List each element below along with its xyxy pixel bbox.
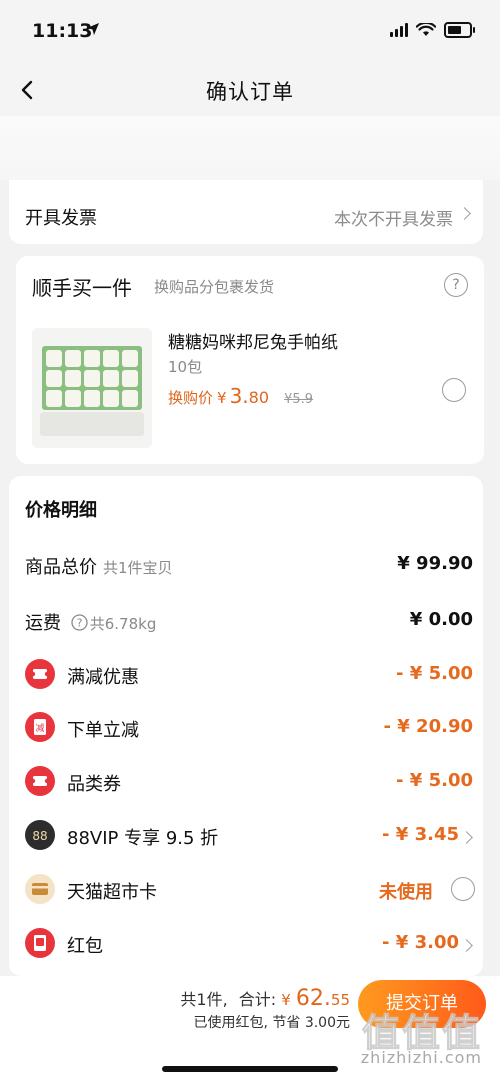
page-title: 确认订单 bbox=[206, 80, 294, 104]
price-detail-card: 价格明细 商品总价 共1件宝贝 ¥ 99.90 运费 ? 共6.78kg ¥ 0.… bbox=[9, 476, 483, 976]
price-decimal: 80 bbox=[248, 388, 270, 407]
instant-discount-label: 下单立减 bbox=[67, 720, 139, 741]
total-main: 62. bbox=[295, 986, 331, 1011]
scrolled-content-strip bbox=[0, 116, 500, 180]
vip-discount-row[interactable]: 88 88VIP 专享 9.5 折 - ¥ 3.45 bbox=[9, 816, 483, 856]
price-label: 换购价 bbox=[168, 389, 214, 407]
addon-purchase-card: 顺手买一件 换购品分包裹发货 ? 糖糖妈咪邦尼兔手帕纸 10包 换购价 ¥3.80… bbox=[16, 256, 484, 464]
invoice-label: 开具发票 bbox=[25, 208, 97, 229]
vip-discount-label: 88VIP 专享 9.5 折 bbox=[67, 828, 219, 849]
price-main: 3. bbox=[229, 384, 249, 408]
category-coupon-value: - ¥ 5.00 bbox=[396, 770, 473, 791]
instant-discount-value: - ¥ 20.90 bbox=[383, 716, 473, 737]
red-packet-label: 红包 bbox=[67, 936, 103, 957]
nav-bar: 确认订单 bbox=[0, 64, 500, 116]
site-watermark: 值值值 zhizhizhi.com bbox=[332, 1002, 482, 1072]
saved-text: 已使用红包, 节省 3.00元 bbox=[193, 1015, 350, 1031]
status-indicators bbox=[390, 22, 475, 38]
product-name[interactable]: 糖糖妈咪邦尼兔手帕纸 bbox=[168, 328, 338, 353]
red-packet-row[interactable]: 红包 - ¥ 3.00 bbox=[9, 924, 483, 964]
total-line: 共1件, 合计: ¥ 62.55 bbox=[180, 986, 350, 1011]
old-price: ¥5.9 bbox=[284, 392, 314, 407]
vip-discount-value: - ¥ 3.45 bbox=[382, 824, 459, 845]
full-reduction-value: - ¥ 5.00 bbox=[396, 663, 473, 684]
item-count: 共1件, bbox=[180, 990, 228, 1009]
help-icon[interactable]: ? bbox=[444, 273, 468, 297]
chevron-right-icon bbox=[458, 207, 471, 220]
addon-title: 顺手买一件 bbox=[32, 276, 132, 300]
product-image[interactable] bbox=[32, 328, 152, 448]
goods-count: 共1件宝贝 bbox=[103, 559, 173, 577]
category-coupon-label: 品类券 bbox=[67, 774, 121, 795]
goods-total-label: 商品总价 bbox=[25, 557, 97, 578]
instant-discount-row: 减 下单立减 - ¥ 20.90 bbox=[9, 708, 483, 748]
product-spec: 10包 bbox=[168, 358, 203, 376]
instant-discount-glyph: 减 bbox=[35, 722, 44, 734]
vip88-glyph: 88 bbox=[32, 829, 47, 843]
price-symbol: ¥ bbox=[217, 389, 227, 407]
product-price: 换购价 ¥3.80 ¥5.9 bbox=[168, 384, 313, 408]
status-time: 11:13 bbox=[32, 20, 93, 42]
supermarket-card-icon bbox=[25, 874, 55, 904]
instant-discount-icon: 减 bbox=[25, 712, 55, 742]
red-packet-icon bbox=[25, 928, 55, 958]
supermarket-card-label: 天猫超市卡 bbox=[67, 882, 157, 903]
category-coupon-row: 品类券 - ¥ 5.00 bbox=[9, 762, 483, 802]
goods-total-row: 商品总价 共1件宝贝 ¥ 99.90 bbox=[9, 545, 483, 585]
coupon-ticket-icon bbox=[25, 659, 55, 689]
location-arrow-icon bbox=[87, 23, 99, 35]
total-symbol: ¥ bbox=[281, 991, 291, 1009]
supermarket-card-status: 未使用 bbox=[379, 882, 433, 903]
watermark-url: zhizhizhi.com bbox=[360, 1048, 482, 1067]
full-reduction-label: 满减优惠 bbox=[67, 667, 139, 688]
supermarket-card-row: 天猫超市卡 未使用 bbox=[9, 870, 483, 910]
addon-subtitle: 换购品分包裹发货 bbox=[154, 278, 275, 296]
shipping-label: 运费 bbox=[25, 613, 61, 634]
svg-text:?: ? bbox=[76, 617, 82, 630]
goods-total-value: ¥ 99.90 bbox=[397, 553, 473, 574]
wifi-icon bbox=[416, 23, 436, 36]
vip88-icon: 88 bbox=[25, 820, 55, 850]
invoice-value: 本次不开具发票 bbox=[334, 210, 453, 230]
price-detail-title: 价格明细 bbox=[25, 500, 97, 521]
supermarket-card-radio[interactable] bbox=[451, 877, 475, 901]
chevron-right-icon bbox=[460, 831, 473, 844]
total-label: 合计: bbox=[238, 990, 277, 1009]
shipping-value: ¥ 0.00 bbox=[409, 609, 473, 630]
addon-select-radio[interactable] bbox=[442, 378, 466, 402]
help-icon[interactable]: ? bbox=[71, 614, 88, 631]
chevron-right-icon bbox=[460, 939, 473, 952]
tissue-box-graphic bbox=[42, 346, 142, 410]
tissue-packs-graphic bbox=[40, 412, 144, 436]
full-reduction-row: 满减优惠 - ¥ 5.00 bbox=[9, 655, 483, 695]
invoice-row[interactable]: 开具发票 本次不开具发票 bbox=[9, 180, 483, 244]
home-indicator bbox=[162, 1066, 338, 1072]
status-bar: 11:13 bbox=[0, 0, 500, 64]
cellular-signal-icon bbox=[390, 23, 408, 37]
battery-icon bbox=[444, 22, 475, 38]
shipping-weight: 共6.78kg bbox=[89, 615, 157, 633]
shipping-row: 运费 ? 共6.78kg ¥ 0.00 bbox=[9, 601, 483, 641]
red-packet-value: - ¥ 3.00 bbox=[382, 932, 459, 953]
category-coupon-icon bbox=[25, 766, 55, 796]
